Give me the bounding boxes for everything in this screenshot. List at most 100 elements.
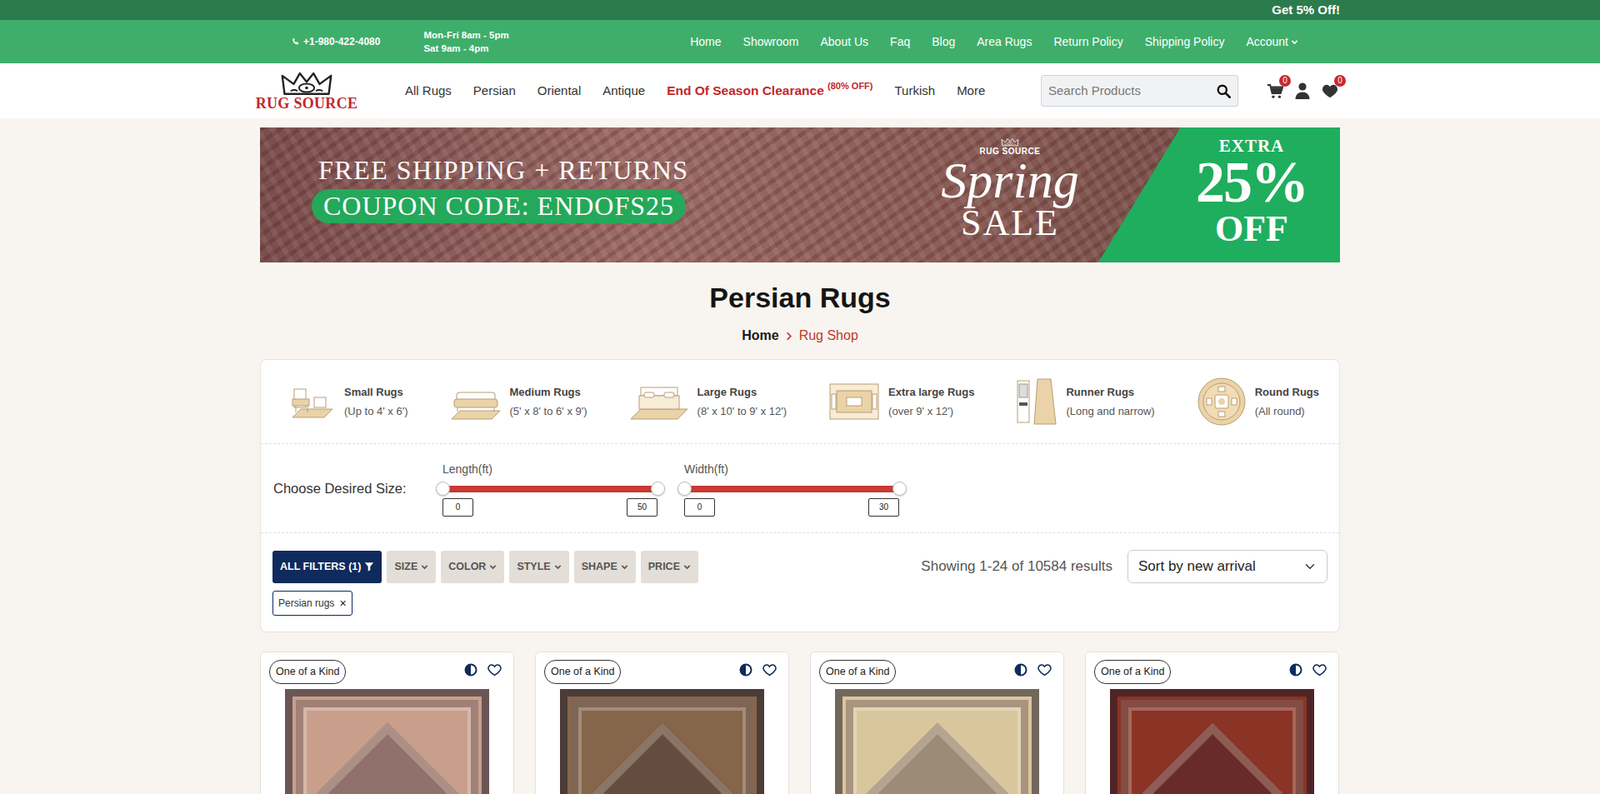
product-card[interactable]: One of a Kind <box>535 651 790 794</box>
top-links: Home Showroom About Us Faq Blog Area Rugs Retu… <box>690 33 1299 51</box>
main-nav-link[interactable]: All Rugs <box>405 81 452 101</box>
slider-handle[interactable] <box>435 481 450 496</box>
size-category[interactable]: Small Rugs(Up to 4' x 6') <box>289 380 409 423</box>
active-filter-tag[interactable]: Persian rugs× <box>272 590 353 616</box>
chevron-down-icon <box>489 563 497 571</box>
rug-image <box>1110 689 1315 794</box>
logo[interactable]: RUG SOURCE <box>260 70 354 111</box>
top-link[interactable]: Return Policy <box>1053 33 1123 51</box>
slider-track[interactable] <box>684 485 900 493</box>
chevron-down-icon <box>620 563 629 571</box>
contrast-icon <box>464 663 478 677</box>
main-nav-link[interactable]: More <box>956 81 985 101</box>
top-link[interactable]: Account <box>1245 33 1299 51</box>
cart-button[interactable]: 0 <box>1265 80 1285 101</box>
header: RUG SOURCE All Rugs Persian Oriental Antique… <box>0 63 1600 119</box>
contrast-icon <box>1289 663 1303 677</box>
size-slider: Length(ft)050 <box>442 460 658 517</box>
product-card[interactable]: One of a Kind <box>260 651 515 794</box>
compare-button[interactable] <box>1014 662 1028 683</box>
favorite-button[interactable] <box>487 662 502 683</box>
main-nav-link[interactable]: End Of Season Clearance (80% OFF) <box>666 80 873 100</box>
user-icon <box>1295 82 1310 100</box>
filter-button[interactable]: SIZE <box>386 550 436 584</box>
account-button[interactable] <box>1292 80 1313 101</box>
heart-icon <box>762 663 777 677</box>
hours: Mon-Fri 8am - 5pmSat 9am - 4pm <box>423 28 509 55</box>
results-count: Showing 1-24 of 10584 results <box>920 555 1113 578</box>
main-nav-link[interactable]: Antique <box>602 81 645 101</box>
sale-banner: FREE SHIPPING + RETURNSCOUPON CODE: ENDO… <box>260 127 1340 263</box>
product-tag: One of a Kind <box>544 660 621 685</box>
rug-image <box>285 689 490 794</box>
product-card[interactable]: One of a Kind <box>810 651 1065 794</box>
top-link[interactable]: Faq <box>890 33 910 51</box>
size-category[interactable]: Runner Rugs(Long and narrow) <box>1015 377 1155 426</box>
filter-button[interactable]: PRICE <box>640 550 699 584</box>
filter-button[interactable]: ALL FILTERS (1) <box>272 550 382 584</box>
max-input[interactable]: 50 <box>626 498 658 517</box>
breadcrumb: Home Rug Shop <box>260 325 1340 346</box>
compare-button[interactable] <box>739 662 753 683</box>
main-nav-link[interactable]: Turkish <box>895 81 936 101</box>
remove-filter[interactable]: × <box>339 597 346 610</box>
top-link[interactable]: Shipping Policy <box>1145 33 1225 51</box>
sort-select[interactable]: Sort by new arrival <box>1127 550 1328 584</box>
size-categories: Small Rugs(Up to 4' x 6') Medium Rugs(5' … <box>260 360 1340 444</box>
contrast-icon <box>1014 663 1028 677</box>
product-grid: One of a KindOne of a KindOne of a KindO… <box>260 651 1340 794</box>
main-nav-link[interactable]: Persian <box>473 81 516 101</box>
top-link[interactable]: Blog <box>931 33 955 51</box>
size-category[interactable]: Round Rugs(All round) <box>1196 376 1320 427</box>
breadcrumb-link[interactable]: Home <box>741 325 779 346</box>
wishlist-badge: 0 <box>1334 75 1346 87</box>
chevron-right-icon <box>785 331 793 341</box>
top-link[interactable]: About Us <box>820 33 870 51</box>
favorite-button[interactable] <box>1037 662 1052 683</box>
main-nav-link[interactable]: Oriental <box>537 81 582 101</box>
top-bar: +1-980-422-4080Mon-Fri 8am - 5pmSat 9am … <box>0 20 1600 64</box>
size-category[interactable]: Large Rugs(8' x 10' to 9' x 12') <box>629 380 787 423</box>
top-link[interactable]: Area Rugs <box>976 33 1032 51</box>
compare-button[interactable] <box>464 662 478 683</box>
coupon-pill: COUPON CODE: ENDOFS25 <box>311 189 686 223</box>
chevron-down-icon <box>420 563 429 571</box>
promo-link[interactable]: Get 5% Off! <box>1271 0 1340 20</box>
slider-fill <box>684 485 900 493</box>
room-size-icon <box>289 380 336 423</box>
slider-handle[interactable] <box>677 481 692 496</box>
filter-button[interactable]: STYLE <box>509 550 569 584</box>
favorite-button[interactable] <box>762 662 777 683</box>
filter-button[interactable]: SHAPE <box>574 550 636 584</box>
rug-image <box>835 689 1040 794</box>
page-title: Persian Rugs <box>260 279 1340 316</box>
filter-panel: Small Rugs(Up to 4' x 6') Medium Rugs(5' … <box>260 359 1340 633</box>
favorite-button[interactable] <box>1312 662 1327 683</box>
slider-track[interactable] <box>442 485 658 493</box>
max-input[interactable]: 30 <box>868 498 900 517</box>
min-input[interactable]: 0 <box>684 498 715 517</box>
size-category[interactable]: Extra large Rugs(over 9' x 12') <box>828 380 975 423</box>
crown-icon <box>1000 137 1020 147</box>
chevron-down-icon <box>554 563 562 571</box>
breadcrumb-link[interactable]: Rug Shop <box>799 325 859 346</box>
size-category[interactable]: Medium Rugs(5' x 8' to 6' x 9') <box>450 380 588 423</box>
top-link[interactable]: Home <box>690 33 721 51</box>
room-size-icon <box>1196 376 1247 427</box>
size-picker: Choose Desired Size:Length(ft)050Width(f… <box>260 444 1340 533</box>
room-size-icon <box>629 380 690 423</box>
search-input[interactable] <box>1046 80 1217 102</box>
slider-handle[interactable] <box>650 481 665 496</box>
heart-icon <box>1037 663 1052 677</box>
wishlist-button[interactable]: 0 <box>1320 80 1340 101</box>
filter-button[interactable]: COLOR <box>440 550 505 584</box>
heart-icon <box>487 663 502 677</box>
compare-button[interactable] <box>1289 662 1303 683</box>
product-card[interactable]: One of a Kind <box>1085 651 1340 794</box>
slider-handle[interactable] <box>892 481 907 496</box>
filter-icon <box>364 561 375 572</box>
heart-icon <box>1312 663 1327 677</box>
min-input[interactable]: 0 <box>442 498 474 517</box>
phone-icon <box>291 37 300 46</box>
top-link[interactable]: Showroom <box>743 33 800 51</box>
